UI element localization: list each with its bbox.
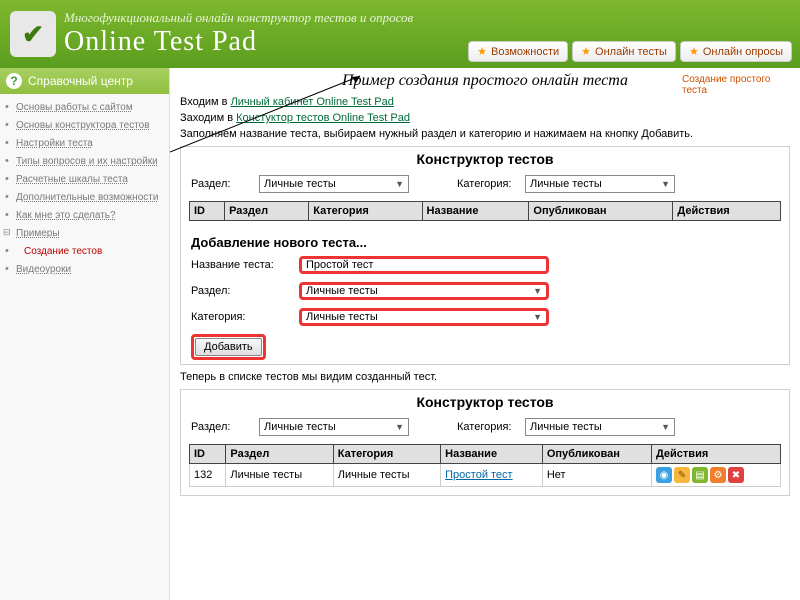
header-tabs: ★Возможности ★Онлайн тесты ★Онлайн опрос… (468, 41, 792, 62)
cell-section: Личные тесты (226, 464, 333, 487)
newtest-category-select[interactable]: Личные тесты▼ (299, 308, 549, 326)
newtest-name-label: Название теста: (191, 259, 291, 271)
right-note: Создание простого теста (682, 74, 792, 96)
sidebar: ? Справочный центр Основы работы с сайто… (0, 68, 170, 600)
panel1-table: ID Раздел Категория Название Опубликован… (189, 201, 781, 221)
sidebar-item-settings[interactable]: Настройки теста (16, 138, 93, 149)
app-header: ✔ Многофункциональный онлайн конструктор… (0, 0, 800, 68)
col-published: Опубликован (529, 202, 673, 221)
globe-icon[interactable]: ◉ (656, 467, 672, 483)
panel2-section-select[interactable]: Личные тесты▼ (259, 418, 409, 436)
add-button[interactable]: Добавить (195, 338, 262, 356)
sidebar-item-videos[interactable]: Видеоуроки (16, 264, 71, 275)
tagline: Многофункциональный онлайн конструктор т… (64, 10, 413, 26)
panel2-section-label: Раздел: (191, 421, 251, 433)
sidebar-item-howto[interactable]: Как мне это сделать? (16, 210, 116, 221)
col-id: ID (190, 202, 225, 221)
col-id: ID (190, 445, 226, 464)
panel1-section-label: Раздел: (191, 178, 251, 190)
settings-icon[interactable]: ⚙ (710, 467, 726, 483)
sidebar-item-scales[interactable]: Расчетные шкалы теста (16, 174, 128, 185)
col-category: Категория (309, 202, 422, 221)
page-icon[interactable]: ▤ (692, 467, 708, 483)
col-actions: Действия (673, 202, 781, 221)
check-icon: ✔ (22, 19, 44, 50)
after-text: Теперь в списке тестов мы видим созданны… (180, 371, 790, 383)
panel2-title: Конструктор тестов (181, 390, 789, 414)
chevron-down-icon: ▼ (661, 422, 670, 432)
panel2-category-select[interactable]: Личные тесты▼ (525, 418, 675, 436)
tab-online-polls[interactable]: ★Онлайн опросы (680, 41, 792, 62)
chevron-down-icon: ▼ (533, 312, 542, 322)
cell-published: Нет (542, 464, 651, 487)
col-section: Раздел (226, 445, 333, 464)
panel2-table: ID Раздел Категория Название Опубликован… (189, 444, 781, 487)
link-test-constructor[interactable]: Констуктор тестов Online Test Pad (236, 112, 410, 124)
sidebar-item-extra[interactable]: Дополнительные возможности (16, 192, 158, 203)
sidebar-item-qtypes[interactable]: Типы вопросов и их настройки (16, 156, 158, 167)
star-icon: ★ (581, 45, 591, 58)
panel1-category-label: Категория: (457, 178, 517, 190)
edit-icon[interactable]: ✎ (674, 467, 690, 483)
sidebar-item-examples[interactable]: Примеры (16, 228, 60, 239)
chevron-down-icon: ▼ (661, 179, 670, 189)
sidebar-item-create-tests[interactable]: Создание тестов (24, 246, 102, 257)
star-icon: ★ (477, 45, 487, 58)
action-icons: ◉ ✎ ▤ ⚙ ✖ (656, 467, 776, 483)
chevron-down-icon: ▼ (395, 179, 404, 189)
content: Создание простого теста Пример создания … (170, 68, 800, 600)
newtest-heading: Добавление нового теста... (181, 229, 789, 252)
cell-name-link[interactable]: Простой тест (445, 469, 512, 481)
panel2-category-label: Категория: (457, 421, 517, 433)
col-name: Название (441, 445, 543, 464)
panel1-title: Конструктор тестов (181, 147, 789, 171)
brand-name: Online Test Pad (64, 26, 413, 58)
sidebar-list: Основы работы с сайтом Основы конструкто… (0, 94, 169, 282)
sidebar-item-constructor-basics[interactable]: Основы конструктора тестов (16, 120, 150, 131)
delete-icon[interactable]: ✖ (728, 467, 744, 483)
cell-category: Личные тесты (333, 464, 440, 487)
sidebar-header: ? Справочный центр (0, 68, 169, 94)
newtest-name-input[interactable]: Простой тест (299, 256, 549, 274)
tab-features[interactable]: ★Возможности (468, 41, 568, 62)
table-row: 132 Личные тесты Личные тесты Простой те… (190, 464, 781, 487)
tab-online-tests[interactable]: ★Онлайн тесты (572, 41, 676, 62)
newtest-section-select[interactable]: Личные тесты▼ (299, 282, 549, 300)
logo-icon: ✔ (10, 11, 56, 57)
intro-line2: Заходим в Констуктор тестов Online Test … (180, 112, 790, 124)
col-name: Название (422, 202, 529, 221)
col-published: Опубликован (542, 445, 651, 464)
col-section: Раздел (225, 202, 309, 221)
logo-area: ✔ Многофункциональный онлайн конструктор… (10, 10, 413, 58)
link-personal-cabinet[interactable]: Личный кабинет Online Test Pad (231, 96, 394, 108)
chevron-down-icon: ▼ (533, 286, 542, 296)
panel1-category-select[interactable]: Личные тесты▼ (525, 175, 675, 193)
intro-line3: Заполняем название теста, выбираем нужны… (180, 128, 790, 140)
panel1-section-select[interactable]: Личные тесты▼ (259, 175, 409, 193)
help-icon: ? (6, 73, 22, 89)
sidebar-item-basics[interactable]: Основы работы с сайтом (16, 102, 133, 113)
intro-line1: Входим в Личный кабинет Online Test Pad (180, 96, 790, 108)
newtest-category-label: Категория: (191, 311, 291, 323)
chevron-down-icon: ▼ (395, 422, 404, 432)
col-category: Категория (333, 445, 440, 464)
newtest-section-label: Раздел: (191, 285, 291, 297)
star-icon: ★ (689, 45, 699, 58)
constructor-panel-1: Конструктор тестов Раздел: Личные тесты▼… (180, 146, 790, 365)
constructor-panel-2: Конструктор тестов Раздел: Личные тесты▼… (180, 389, 790, 496)
sidebar-title: Справочный центр (28, 74, 133, 88)
col-actions: Действия (651, 445, 780, 464)
cell-id: 132 (190, 464, 226, 487)
